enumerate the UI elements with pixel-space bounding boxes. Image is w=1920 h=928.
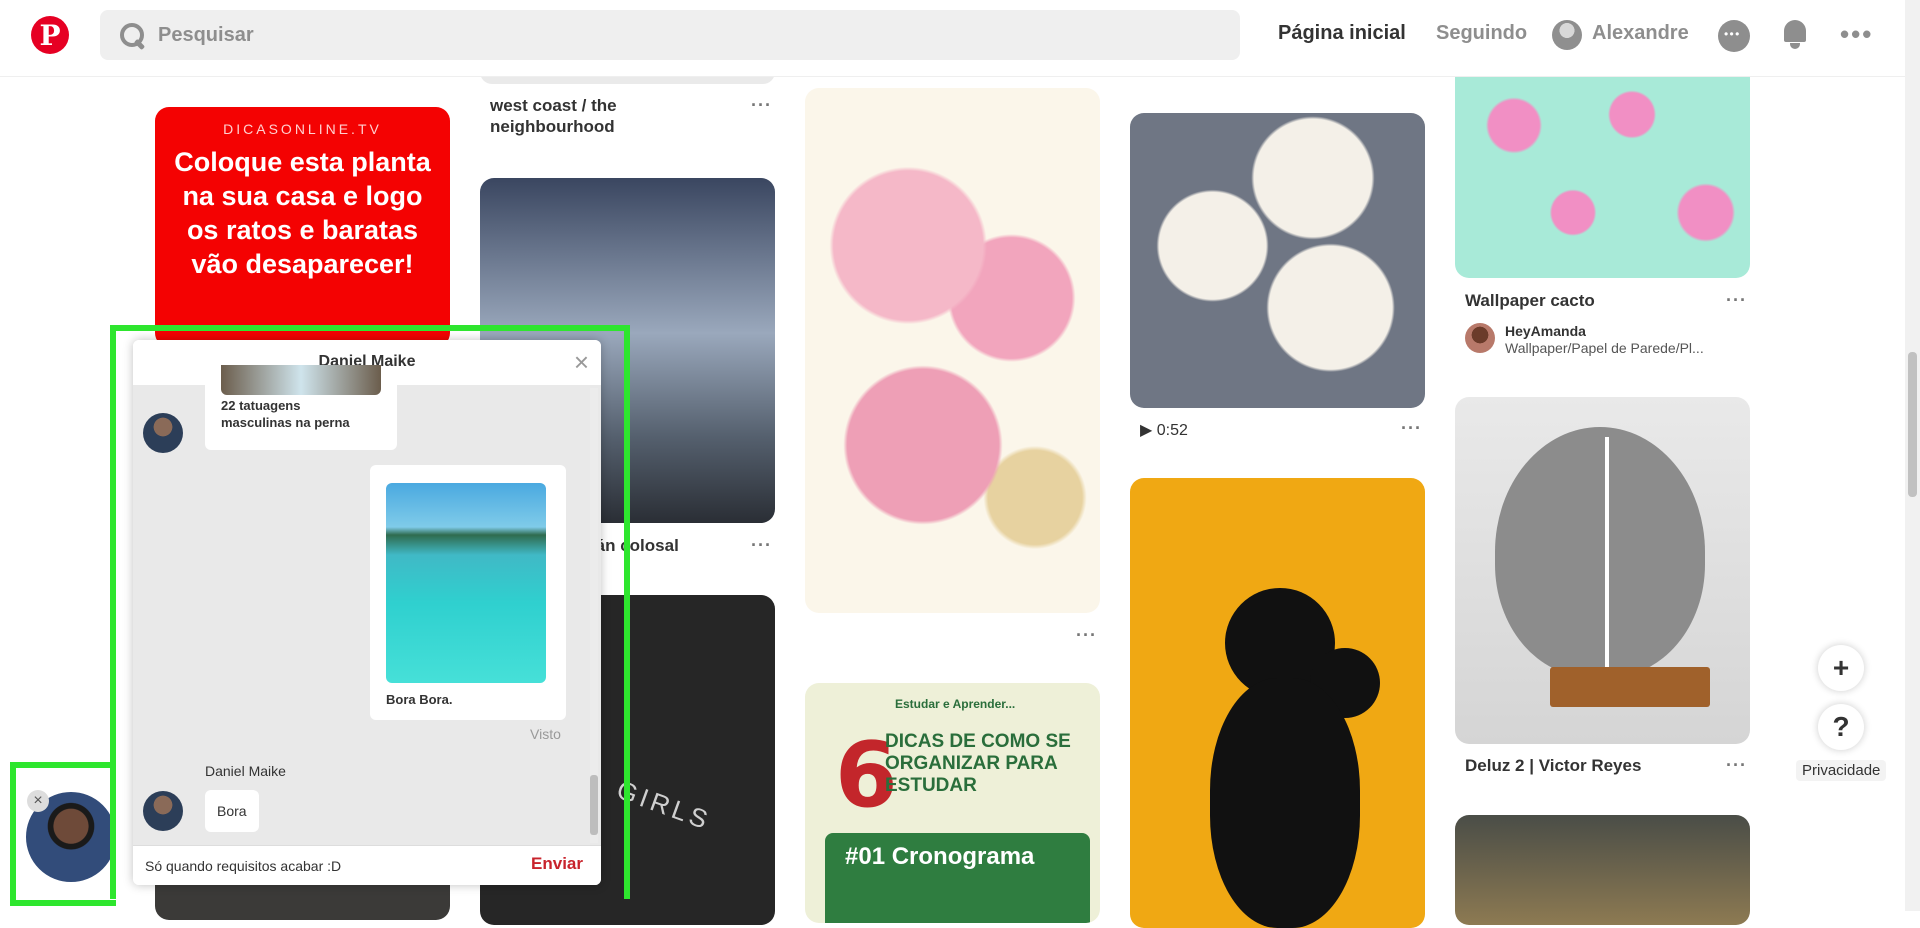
message-bubble[interactable]: Bora — [205, 790, 259, 832]
stone-lamp-icon — [1495, 427, 1705, 677]
message-bubble[interactable]: Bora Bora. — [370, 465, 566, 720]
pin-card[interactable]: DICASONLINE.TV Coloque esta planta na su… — [155, 107, 450, 347]
privacy-link[interactable]: Privacidade — [1796, 760, 1887, 781]
pin-card[interactable] — [1455, 815, 1750, 925]
send-button[interactable]: Enviar — [531, 854, 583, 874]
pin-more-icon[interactable]: ··· — [751, 95, 772, 116]
scrollbar-thumb[interactable] — [1908, 352, 1917, 497]
close-icon[interactable]: × — [574, 347, 589, 378]
duration-text: 0:52 — [1156, 422, 1188, 439]
pin-card[interactable] — [1455, 60, 1750, 278]
video-duration: ▶ 0:52 — [1140, 420, 1188, 440]
search-icon — [118, 21, 146, 49]
pin-thumbnail — [386, 483, 546, 683]
nav-following[interactable]: Seguindo — [1436, 22, 1527, 45]
mickey-body-icon — [1210, 678, 1360, 928]
pin-card[interactable]: Estudar e Aprender... 6 DICAS DE COMO SE… — [805, 683, 1100, 923]
lamp-base — [1550, 667, 1710, 707]
seen-status: Visto — [530, 726, 561, 742]
pin-more-icon[interactable]: ··· — [1726, 755, 1747, 776]
pin-more-icon[interactable]: ··· — [1726, 290, 1747, 311]
pin-card[interactable] — [1130, 113, 1425, 408]
pin-text: GIRLS — [612, 774, 716, 836]
pin-brand: Estudar e Aprender... — [895, 697, 1016, 711]
creator-name: HeyAmanda — [1505, 323, 1586, 339]
pin-source: DICASONLINE.TV — [223, 121, 382, 137]
message-text: 22 tatuagens masculinas na perna — [221, 398, 350, 430]
pin-more-icon[interactable]: ··· — [751, 535, 772, 556]
sender-avatar — [143, 413, 183, 453]
chat-head-close-icon[interactable]: × — [27, 790, 49, 812]
search-placeholder: Pesquisar — [158, 23, 254, 46]
pin-creator[interactable]: HeyAmanda Wallpaper/Papel de Parede/Pl..… — [1465, 323, 1745, 359]
message-text: Bora — [217, 803, 247, 819]
messages-icon[interactable] — [1718, 20, 1750, 52]
help-button[interactable]: ? — [1818, 704, 1864, 750]
notifications-icon[interactable] — [1782, 20, 1808, 49]
chat-messages[interactable]: 22 tatuagens masculinas na perna Bora Bo… — [133, 365, 601, 845]
add-pin-button[interactable]: + — [1818, 645, 1864, 691]
pin-title[interactable]: west coast / the neighbourhood — [490, 95, 720, 137]
message-caption: Bora Bora. — [386, 692, 453, 707]
pin-title[interactable]: tán colosal — [590, 535, 679, 556]
pin-more-icon[interactable]: ··· — [1401, 418, 1422, 439]
pin-thumbnail — [221, 365, 381, 395]
search-input[interactable]: Pesquisar — [100, 10, 1240, 60]
chat-scrollbar[interactable] — [590, 388, 598, 843]
top-header: P Pesquisar Página inicial Seguindo Alex… — [0, 0, 1905, 77]
chat-window: Daniel Maike × 22 tatuagens masculinas n… — [133, 340, 601, 885]
page-scrollbar[interactable] — [1905, 0, 1920, 911]
nav-home[interactable]: Página inicial — [1278, 22, 1406, 45]
user-avatar[interactable] — [1552, 20, 1582, 50]
pin-card[interactable] — [1130, 478, 1425, 928]
message-bubble[interactable]: 22 tatuagens masculinas na perna — [205, 365, 397, 450]
pin-card[interactable] — [805, 88, 1100, 613]
light-line — [1605, 437, 1609, 667]
pin-card[interactable] — [1455, 397, 1750, 744]
pin-title[interactable]: Deluz 2 | Victor Reyes — [1465, 755, 1641, 776]
board-name: Wallpaper/Papel de Parede/Pl... — [1505, 340, 1704, 356]
more-options-icon[interactable]: ••• — [1840, 21, 1873, 47]
pin-more-icon[interactable]: ··· — [1076, 625, 1097, 646]
message-input[interactable]: Só quando requisitos acabar :D Enviar — [133, 845, 601, 885]
pin-title[interactable]: Wallpaper cacto — [1465, 290, 1595, 311]
pin-headline: DICAS DE COMO SE ORGANIZAR PARA ESTUDAR — [885, 731, 1071, 796]
play-icon: ▶ — [1140, 422, 1153, 439]
user-name[interactable]: Alexandre — [1592, 22, 1689, 45]
sender-avatar — [143, 791, 183, 831]
pin-section: #01 Cronograma — [825, 833, 1090, 923]
pin-text: Coloque esta planta na sua casa e logo o… — [174, 147, 431, 279]
pinterest-logo-icon[interactable]: P — [31, 16, 69, 54]
creator-avatar — [1465, 323, 1495, 353]
scroll-thumb[interactable] — [590, 775, 598, 835]
message-input-value: Só quando requisitos acabar :D — [145, 858, 342, 874]
sender-name: Daniel Maike — [205, 763, 286, 779]
